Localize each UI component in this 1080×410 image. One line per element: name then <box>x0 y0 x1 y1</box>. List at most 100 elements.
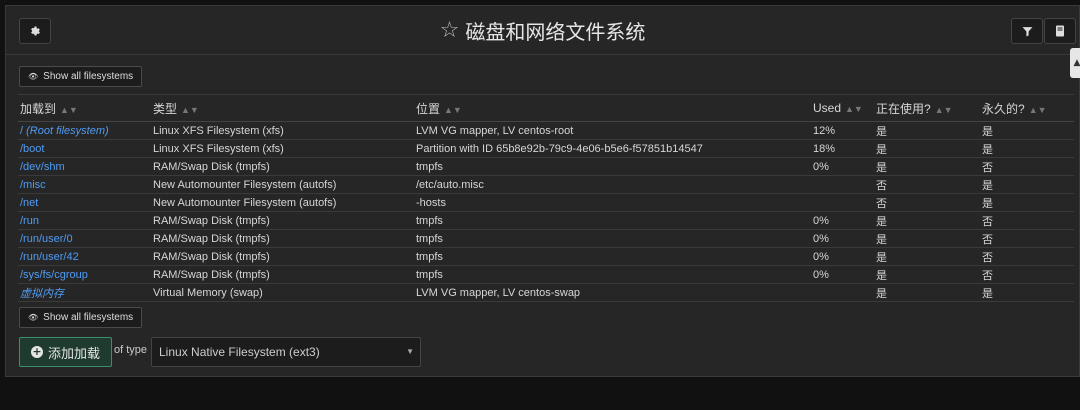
table-row: 虚拟内存 Virtual Memory (swap) LVM VG mapper, … <box>18 283 1074 302</box>
panel-header: ☆ 磁盘和网络文件系统 ▲ <box>6 6 1080 78</box>
cell-location: Partition with ID 65b8e92b-79c9-4e06-b5e… <box>414 139 811 158</box>
cell-type: RAM/Swap Disk (tmpfs) <box>151 265 414 284</box>
cell-in-use: 否 <box>874 193 980 212</box>
cell-type: Linux XFS Filesystem (xfs) <box>151 121 414 140</box>
cell-used <box>811 283 874 302</box>
cell-type: RAM/Swap Disk (tmpfs) <box>151 157 414 176</box>
cell-permanent: 是 <box>980 139 1074 158</box>
eye-icon: 👁 <box>28 72 39 81</box>
sort-icon: ▲▼ <box>934 104 953 115</box>
page-title: 磁盘和网络文件系统 <box>465 20 646 44</box>
caret-down-icon: ▼ <box>406 347 414 356</box>
cell-used <box>811 175 874 194</box>
cell-type: New Automounter Filesystem (autofs) <box>151 175 414 194</box>
plus-circle-icon: + <box>30 345 43 358</box>
cell-location: LVM VG mapper, LV centos-root <box>414 121 811 140</box>
cell-used: 0% <box>811 247 874 266</box>
mount-point-link[interactable]: /boot <box>18 139 151 158</box>
sort-icon: ▲▼ <box>60 104 78 115</box>
show-all-label: Show all filesystems <box>43 312 134 323</box>
column-header-permanent[interactable]: 永久的? ▲▼ <box>980 94 1074 122</box>
cell-type: Linux XFS Filesystem (xfs) <box>151 139 414 158</box>
table-row: /boot Linux XFS Filesystem (xfs) Partition… <box>18 139 1074 158</box>
cell-used: 0% <box>811 157 874 176</box>
cell-type: RAM/Swap Disk (tmpfs) <box>151 229 414 248</box>
column-header-in-use[interactable]: 正在使用? ▲▼ <box>874 94 980 122</box>
mount-point-link[interactable]: /run/user/0 <box>18 229 151 248</box>
cell-used: 18% <box>811 139 874 158</box>
cell-location: tmpfs <box>414 229 811 248</box>
filesystems-table: 加载到 ▲▼ 类型 ▲▼ 位置 ▲▼ Used ▲▼ 正在使用? ▲▼ 永久的? ▲▼ / … <box>18 94 1074 302</box>
cell-used: 0% <box>811 211 874 230</box>
cell-permanent: 否 <box>980 247 1074 266</box>
cell-permanent: 否 <box>980 265 1074 284</box>
mount-point-link[interactable]: /run <box>18 211 151 230</box>
mount-point-link[interactable]: /sys/fs/cgroup <box>18 265 151 284</box>
of-type-label: of type <box>114 344 148 356</box>
cell-type: Virtual Memory (swap) <box>151 283 414 302</box>
cell-in-use: 是 <box>874 229 980 248</box>
table-row: /misc New Automounter Filesystem (autofs)… <box>18 175 1074 194</box>
show-all-filesystems-button-bottom[interactable]: 👁 Show all filesystems <box>19 307 143 328</box>
column-header-location[interactable]: 位置 ▲▼ <box>414 94 811 122</box>
table-row: /net New Automounter Filesystem (autofs) -… <box>18 193 1074 212</box>
selected-type: Linux Native Filesystem (ext3) <box>159 345 320 359</box>
book-icon <box>1055 22 1065 41</box>
column-header-mount[interactable]: 加载到 ▲▼ <box>18 94 151 122</box>
cell-type: RAM/Swap Disk (tmpfs) <box>151 247 414 266</box>
show-all-filesystems-button-top[interactable]: 👁 Show all filesystems <box>19 66 143 87</box>
page-title-wrap: ☆ 磁盘和网络文件系统 <box>6 6 1079 55</box>
table-row: /sys/fs/cgroup RAM/Swap Disk (tmpfs) tmpfs… <box>18 265 1074 284</box>
cell-used: 0% <box>811 265 874 284</box>
sort-icon: ▲▼ <box>1028 104 1047 115</box>
cell-location: /etc/auto.misc <box>414 175 811 194</box>
eye-icon: 👁 <box>28 313 39 322</box>
cell-permanent: 是 <box>980 175 1074 194</box>
filter-button[interactable] <box>1011 18 1043 44</box>
add-mount-label: 添加加载 <box>47 346 100 362</box>
cell-type: New Automounter Filesystem (autofs) <box>151 193 414 212</box>
cell-permanent: 否 <box>980 157 1074 176</box>
sort-icon: ▲▼ <box>845 104 863 114</box>
table-row: /run/user/42 RAM/Swap Disk (tmpfs) tmpfs 0%… <box>18 247 1074 266</box>
cell-permanent: 是 <box>980 193 1074 212</box>
cell-location: tmpfs <box>414 265 811 284</box>
cell-location: -hosts <box>414 193 811 212</box>
side-collapse-tab[interactable]: ▲ <box>1070 48 1080 78</box>
cell-in-use: 是 <box>874 157 980 176</box>
mount-point-link[interactable]: /misc <box>18 175 151 194</box>
cell-in-use: 是 <box>874 139 980 158</box>
mount-point-link[interactable]: /run/user/42 <box>18 247 151 266</box>
column-header-type[interactable]: 类型 ▲▼ <box>151 94 414 122</box>
table-row: / (Root filesystem) Linux XFS Filesystem … <box>18 121 1074 140</box>
star-icon[interactable]: ☆ <box>440 19 460 42</box>
filter-icon <box>1022 22 1033 41</box>
cell-permanent: 是 <box>980 283 1074 302</box>
cell-type: RAM/Swap Disk (tmpfs) <box>151 211 414 230</box>
cell-location: tmpfs <box>414 157 811 176</box>
table-row: /run/user/0 RAM/Swap Disk (tmpfs) tmpfs 0% 是… <box>18 229 1074 248</box>
sort-icon: ▲▼ <box>181 104 199 115</box>
sort-icon: ▲▼ <box>444 104 462 115</box>
cell-in-use: 是 <box>874 121 980 140</box>
help-book-button[interactable] <box>1044 18 1076 44</box>
filesystems-panel: ☆ 磁盘和网络文件系统 ▲ 👁 Show all filesystems 加载到… <box>5 5 1080 377</box>
add-mount-button[interactable]: + 添加加载 <box>19 337 112 367</box>
cell-in-use: 是 <box>874 283 980 302</box>
mount-point-link[interactable]: 虚拟内存 <box>18 283 151 302</box>
column-header-used[interactable]: Used ▲▼ <box>811 94 874 122</box>
chevron-up-icon: ▲ <box>1073 58 1080 68</box>
mount-point-link[interactable]: /net <box>18 193 151 212</box>
table-header-row: 加载到 ▲▼ 类型 ▲▼ 位置 ▲▼ Used ▲▼ 正在使用? ▲▼ 永久的? ▲▼ <box>18 94 1074 122</box>
cell-in-use: 是 <box>874 211 980 230</box>
cell-permanent: 否 <box>980 211 1074 230</box>
cell-location: LVM VG mapper, LV centos-swap <box>414 283 811 302</box>
mount-point-link[interactable]: /dev/shm <box>18 157 151 176</box>
show-all-label: Show all filesystems <box>43 71 134 82</box>
cell-permanent: 否 <box>980 229 1074 248</box>
cell-in-use: 是 <box>874 247 980 266</box>
cell-in-use: 否 <box>874 175 980 194</box>
cell-in-use: 是 <box>874 265 980 284</box>
mount-point-link[interactable]: / (Root filesystem) <box>18 121 151 140</box>
filesystem-type-select[interactable]: Linux Native Filesystem (ext3) ▼ <box>151 337 421 367</box>
